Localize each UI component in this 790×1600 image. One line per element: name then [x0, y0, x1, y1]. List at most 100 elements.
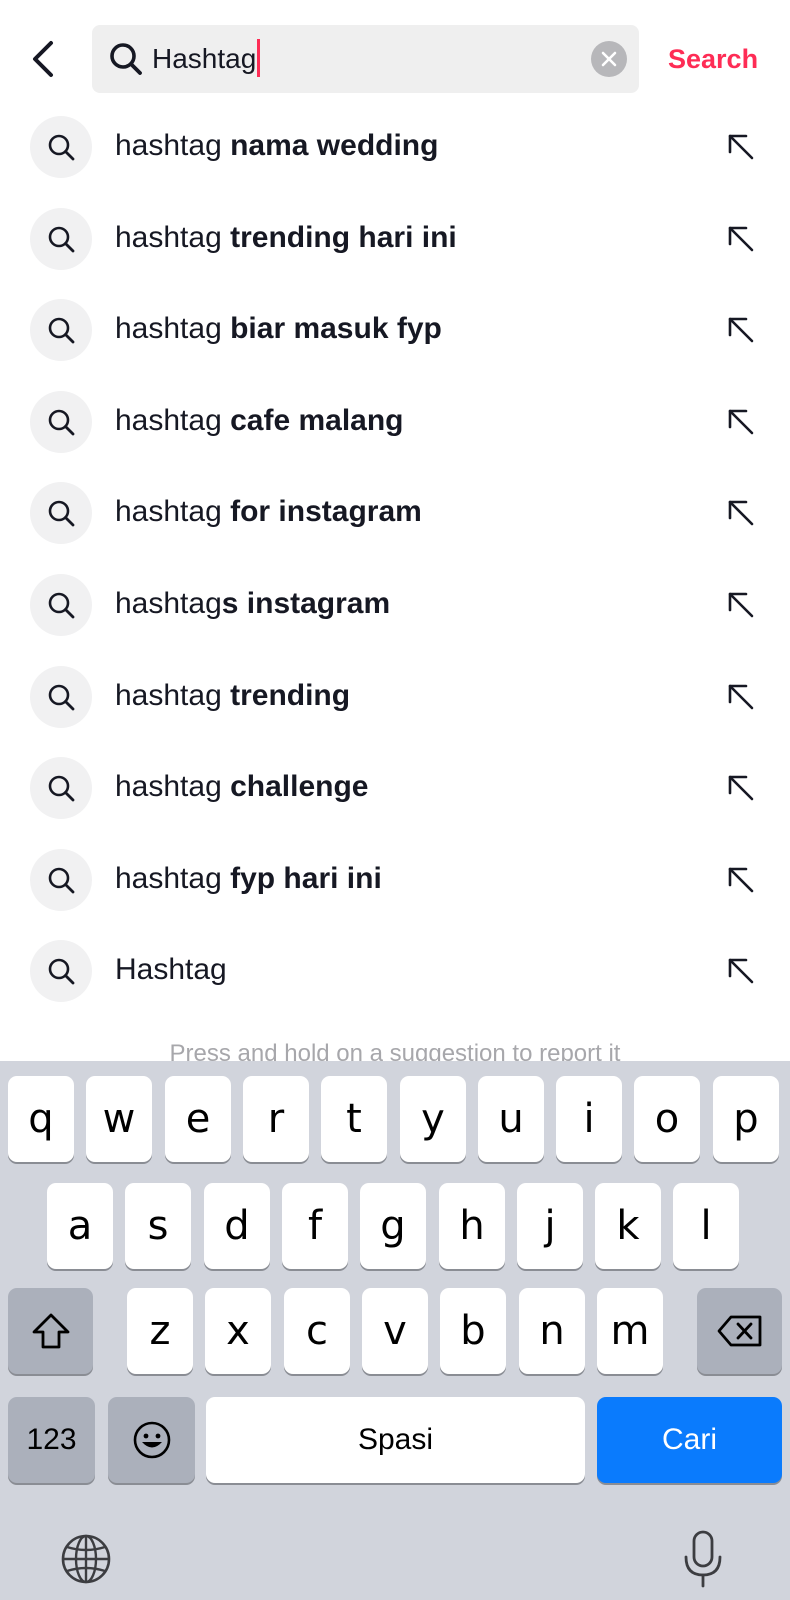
key-e[interactable]: e: [165, 1076, 231, 1162]
arrow-up-left-icon: [728, 226, 754, 252]
arrow-up-left-icon: [728, 592, 754, 618]
suggestion-item[interactable]: hashtag nama wedding: [0, 100, 790, 192]
key-w[interactable]: w: [86, 1076, 152, 1162]
suggestion-prefix: hashtag: [115, 587, 222, 620]
search-return-key[interactable]: Cari: [597, 1397, 782, 1483]
key-q[interactable]: q: [8, 1076, 74, 1162]
key-s[interactable]: s: [125, 1183, 191, 1269]
key-t[interactable]: t: [321, 1076, 387, 1162]
search-button[interactable]: Search: [668, 25, 758, 93]
globe-icon[interactable]: [60, 1533, 112, 1585]
arrow-up-left-icon: [728, 409, 754, 435]
arrow-up-left-icon: [728, 775, 754, 801]
key-m[interactable]: m: [597, 1288, 663, 1374]
suggestion-search-icon: [30, 757, 92, 819]
emoji-key[interactable]: [108, 1397, 195, 1483]
fill-query-button[interactable]: [718, 307, 762, 351]
arrow-up-left-icon: [728, 134, 754, 160]
arrow-up-left-icon: [728, 500, 754, 526]
key-c[interactable]: c: [284, 1288, 350, 1374]
arrow-up-left-icon: [728, 958, 754, 984]
key-o[interactable]: o: [634, 1076, 700, 1162]
numbers-key[interactable]: 123: [8, 1397, 95, 1483]
suggestion-completion: fyp hari ini: [230, 862, 382, 895]
key-x[interactable]: x: [205, 1288, 271, 1374]
suggestion-item[interactable]: hashtag fyp hari ini: [0, 833, 790, 925]
shift-key[interactable]: [8, 1288, 93, 1374]
text-caret: [257, 38, 261, 77]
fill-query-button[interactable]: [718, 124, 762, 168]
key-k[interactable]: k: [595, 1183, 661, 1269]
suggestion-item[interactable]: hashtags instagram: [0, 558, 790, 650]
key-y[interactable]: y: [400, 1076, 466, 1162]
suggestion-completion: for instagram: [230, 495, 422, 528]
fill-query-button[interactable]: [718, 948, 762, 992]
suggestion-search-icon: [30, 299, 92, 361]
clear-x-icon: [601, 51, 617, 67]
key-a[interactable]: a: [47, 1183, 113, 1269]
suggestion-prefix: Hashtag: [115, 953, 227, 986]
suggestion-item[interactable]: hashtag cafe malang: [0, 375, 790, 467]
suggestion-prefix: hashtag: [115, 770, 231, 803]
search-input[interactable]: Hashtag: [152, 25, 261, 93]
on-screen-keyboard: 123 Spasi Cari qwertyuiop asdfghjkl zxcvbn…: [0, 1061, 790, 1600]
chevron-left-icon: [33, 41, 53, 77]
suggestion-prefix: hashtag: [115, 129, 231, 162]
suggestion-prefix: hashtag: [115, 679, 231, 712]
suggestion-item[interactable]: hashtag trending hari ini: [0, 192, 790, 284]
back-button[interactable]: [22, 34, 66, 84]
suggestion-completion: trending hari ini: [230, 221, 457, 254]
suggestion-completion: trending: [230, 679, 351, 712]
key-z[interactable]: z: [127, 1288, 193, 1374]
suggestion-search-icon: [30, 391, 92, 453]
arrow-up-left-icon: [728, 867, 754, 893]
key-d[interactable]: d: [204, 1183, 270, 1269]
emoji-icon: [133, 1421, 170, 1459]
backspace-icon: [717, 1315, 761, 1347]
key-f[interactable]: f: [282, 1183, 348, 1269]
suggestion-item[interactable]: hashtag for instagram: [0, 466, 790, 558]
suggestion-label: hashtag trending: [115, 650, 350, 742]
suggestion-label: hashtag fyp hari ini: [115, 833, 382, 925]
shift-icon: [32, 1313, 69, 1349]
suggestion-item[interactable]: hashtag trending: [0, 650, 790, 742]
suggestion-search-icon: [30, 574, 92, 636]
suggestion-prefix: hashtag: [115, 862, 231, 895]
fill-query-button[interactable]: [718, 216, 762, 260]
suggestion-completion: s instagram: [221, 587, 391, 620]
key-b[interactable]: b: [440, 1288, 506, 1374]
key-h[interactable]: h: [439, 1183, 505, 1269]
suggestion-label: hashtags instagram: [115, 558, 390, 650]
fill-query-button[interactable]: [718, 674, 762, 718]
suggestion-label: hashtag biar masuk fyp: [115, 283, 442, 375]
microphone-icon[interactable]: [680, 1529, 726, 1589]
suggestion-search-icon: [30, 482, 92, 544]
key-j[interactable]: j: [517, 1183, 583, 1269]
key-n[interactable]: n: [519, 1288, 585, 1374]
suggestion-label: Hashtag: [115, 924, 227, 1016]
suggestion-completion: challenge: [230, 770, 369, 803]
fill-query-button[interactable]: [718, 399, 762, 443]
clear-search-button[interactable]: [591, 41, 627, 77]
fill-query-button[interactable]: [718, 582, 762, 626]
backspace-key[interactable]: [697, 1288, 782, 1374]
key-i[interactable]: i: [556, 1076, 622, 1162]
search-box[interactable]: Hashtag: [92, 25, 639, 93]
fill-query-button[interactable]: [718, 490, 762, 534]
suggestion-item[interactable]: hashtag challenge: [0, 741, 790, 833]
key-g[interactable]: g: [360, 1183, 426, 1269]
space-key[interactable]: Spasi: [206, 1397, 585, 1483]
key-u[interactable]: u: [478, 1076, 544, 1162]
fill-query-button[interactable]: [718, 857, 762, 901]
key-v[interactable]: v: [362, 1288, 428, 1374]
suggestion-prefix: hashtag: [115, 404, 231, 437]
suggestion-item[interactable]: Hashtag: [0, 924, 790, 1016]
fill-query-button[interactable]: [718, 765, 762, 809]
key-r[interactable]: r: [243, 1076, 309, 1162]
search-header: Hashtag Search: [0, 0, 790, 108]
key-l[interactable]: l: [673, 1183, 739, 1269]
suggestion-label: hashtag for instagram: [115, 466, 422, 558]
suggestion-search-icon: [30, 940, 92, 1002]
suggestion-item[interactable]: hashtag biar masuk fyp: [0, 283, 790, 375]
key-p[interactable]: p: [713, 1076, 779, 1162]
